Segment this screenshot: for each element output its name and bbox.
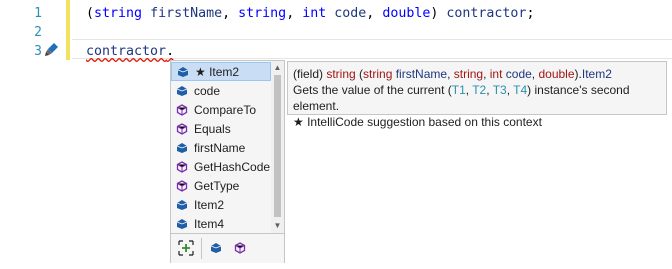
completion-filter-bar <box>171 233 284 263</box>
method-filter-icon[interactable] <box>229 238 251 258</box>
code-line-3[interactable]: contractor. <box>86 42 174 61</box>
scrollbar-thumb[interactable] <box>274 75 281 217</box>
field-icon <box>174 62 192 81</box>
tooltip-intellicode-note: ★ IntelliCode suggestion based on this c… <box>293 115 542 129</box>
tooltip-signature: (field) string (string firstName, string… <box>293 67 612 81</box>
completion-items: ★ Item2 code CompareTo Equals firstName GetHa… <box>171 61 271 233</box>
completion-item-label: Equals <box>194 121 231 136</box>
completion-item[interactable]: code <box>171 81 271 100</box>
quickinfo-tooltip: (field) string (string firstName, string… <box>287 61 667 129</box>
line-number: 3 <box>34 44 42 59</box>
scroll-up-icon[interactable]: ▲ <box>273 63 282 72</box>
tooltip-description: Gets the value of the current (T1, T2, T… <box>293 83 630 113</box>
method-icon <box>173 157 191 176</box>
method-icon <box>173 100 191 119</box>
completion-item-label: Item2 <box>194 197 225 212</box>
field-icon <box>173 138 191 157</box>
completion-item-label: firstName <box>194 140 246 155</box>
method-icon <box>173 176 191 195</box>
expand-icon[interactable] <box>175 238 197 258</box>
completion-item[interactable]: GetHashCode <box>171 157 271 176</box>
line-number: 2 <box>34 25 42 40</box>
filter-separator <box>201 238 202 259</box>
completion-item[interactable]: GetType <box>171 176 271 195</box>
quick-actions-brush-icon[interactable] <box>44 41 60 57</box>
completion-item[interactable]: Item2 <box>171 195 271 214</box>
completion-item[interactable]: Equals <box>171 119 271 138</box>
field-filter-icon[interactable] <box>205 238 227 258</box>
intellisense-completion-list[interactable]: ★ Item2 code CompareTo Equals firstName GetHa… <box>170 60 285 263</box>
completion-item-label: Item4 <box>194 216 225 231</box>
field-icon <box>173 81 191 100</box>
completion-item[interactable]: ★ Item2 <box>171 62 271 81</box>
completion-item-label: GetHashCode <box>194 159 271 174</box>
code-line-1[interactable]: (string firstName, string, int code, dou… <box>86 4 534 23</box>
method-icon <box>173 119 191 138</box>
error-squiggle-text: contractor <box>86 44 167 59</box>
code-editor[interactable]: 1 2 3 (string firstName, string, int cod… <box>0 0 672 269</box>
completion-item-label: CompareTo <box>194 102 257 117</box>
line-number: 1 <box>34 6 42 21</box>
keyword: string <box>94 6 143 21</box>
completion-item-label: code <box>194 83 221 98</box>
completion-scrollbar[interactable]: ▲ ▼ <box>271 61 284 233</box>
completion-item-label: GetType <box>194 178 240 193</box>
completion-item-label: ★ Item2 <box>195 64 240 79</box>
scroll-down-icon[interactable]: ▼ <box>273 221 282 230</box>
field-icon <box>173 214 191 233</box>
completion-item[interactable]: firstName <box>171 138 271 157</box>
completion-item[interactable]: CompareTo <box>171 100 271 119</box>
change-indicator-bar <box>66 0 70 60</box>
field-icon <box>173 195 191 214</box>
completion-item[interactable]: Item4 <box>171 214 271 233</box>
